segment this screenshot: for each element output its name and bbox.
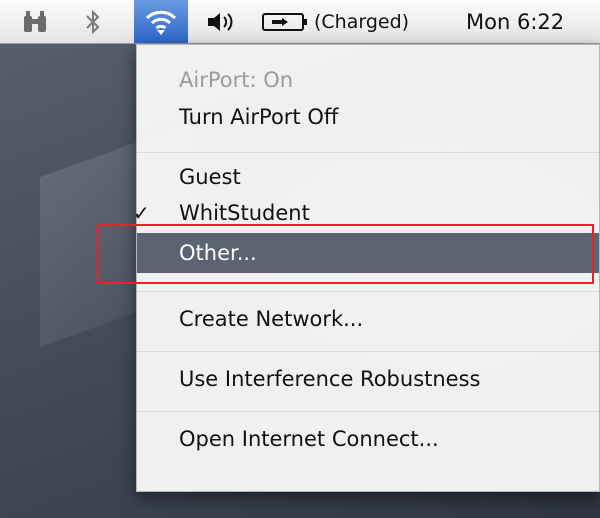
wifi-menu-extra[interactable] xyxy=(134,0,188,43)
airport-status: AirPort: On xyxy=(179,68,294,92)
bluetooth-icon[interactable] xyxy=(84,0,102,43)
turn-airport-off-item[interactable]: Turn AirPort Off xyxy=(137,99,599,135)
binoculars-icon[interactable] xyxy=(22,0,48,43)
annotation-highlight-box xyxy=(97,224,594,284)
menu-separator xyxy=(137,351,599,352)
menu-separator xyxy=(137,411,599,412)
network-label: WhitStudent xyxy=(179,201,310,225)
wifi-icon xyxy=(145,10,177,35)
menu-bar: (Charged) Mon 6:22 xyxy=(0,0,600,44)
menu-separator xyxy=(137,291,599,292)
interference-robustness-item[interactable]: Use Interference Robustness xyxy=(137,361,599,397)
menubar-clock[interactable]: Mon 6:22 xyxy=(466,0,564,43)
create-network-item[interactable]: Create Network... xyxy=(137,301,599,337)
network-item-guest[interactable]: Guest xyxy=(137,159,599,195)
menu-separator xyxy=(137,152,599,153)
open-internet-connect-item[interactable]: Open Internet Connect... xyxy=(137,421,599,457)
volume-icon[interactable] xyxy=(206,0,236,43)
battery-icon[interactable] xyxy=(262,0,308,43)
battery-status-text[interactable]: (Charged) xyxy=(314,0,409,43)
network-label: Guest xyxy=(179,165,241,189)
